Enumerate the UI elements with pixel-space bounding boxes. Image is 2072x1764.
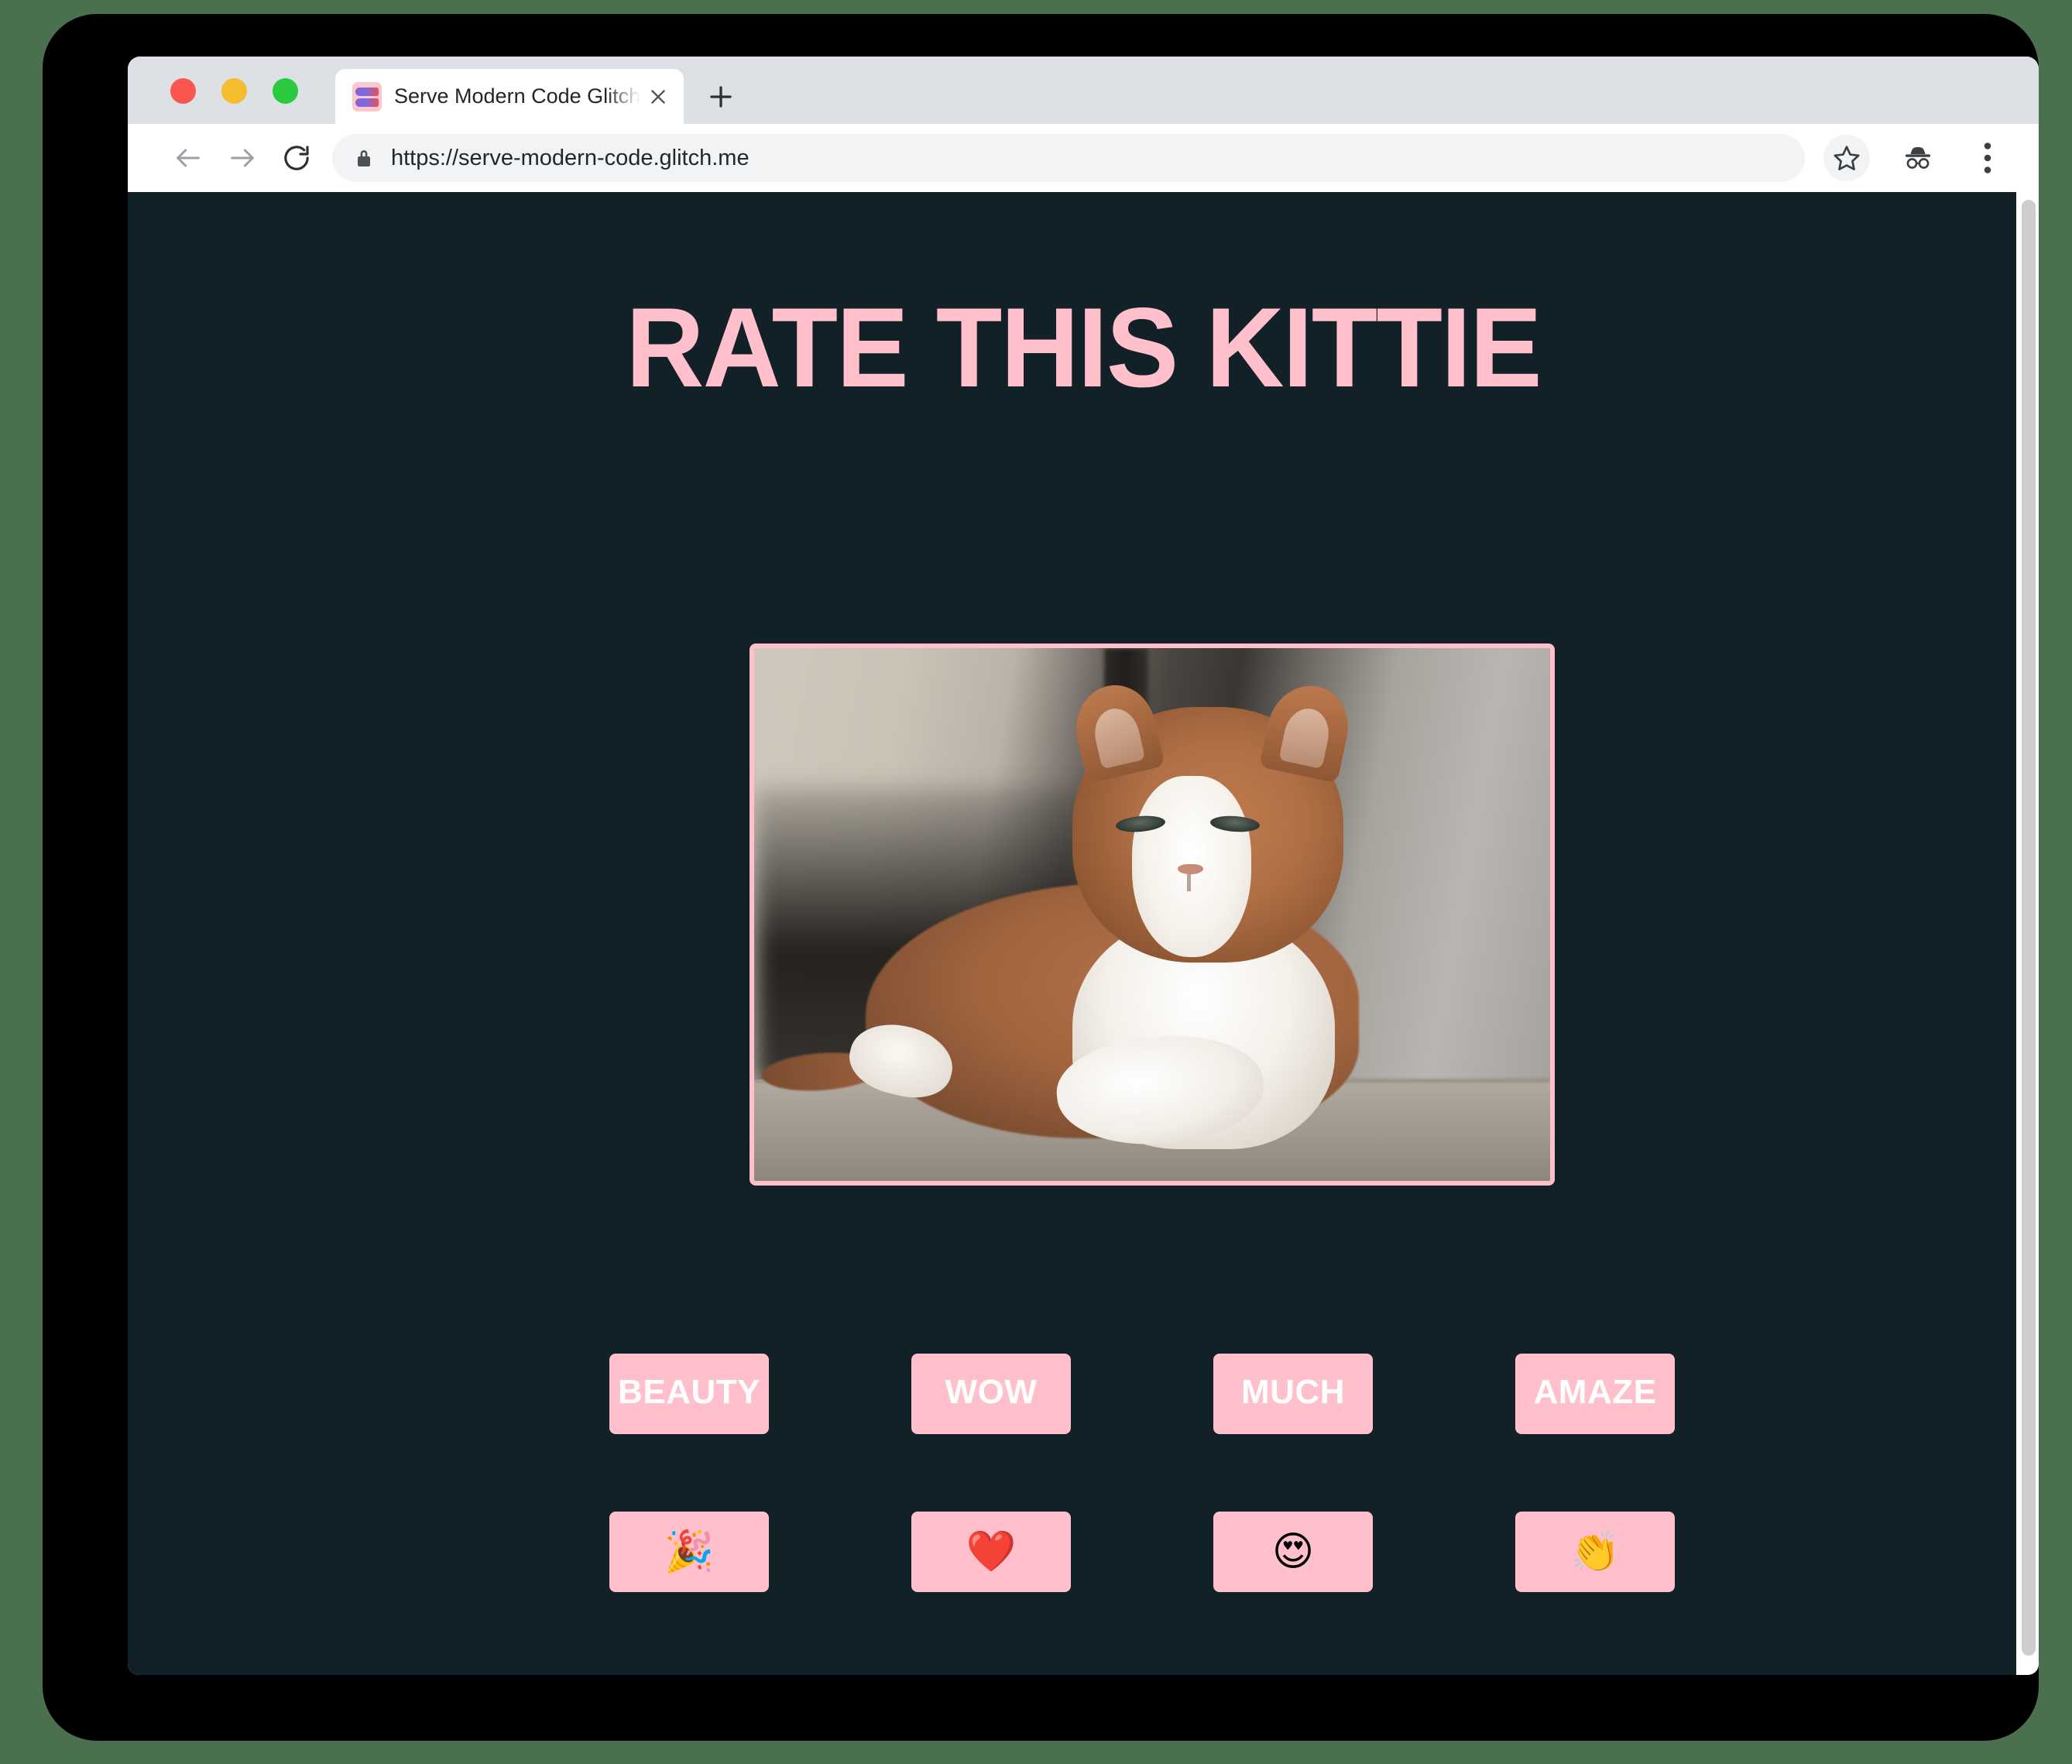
minimize-window-button[interactable] — [221, 78, 247, 104]
tab-title: Serve Modern Code Glitch Play — [394, 84, 640, 108]
close-tab-icon[interactable] — [645, 84, 671, 110]
browser-tab[interactable]: Serve Modern Code Glitch Play — [335, 69, 684, 124]
word-button-row: BEAUTY WOW MUCH AMAZE — [609, 1354, 1709, 1434]
rate-button-red-heart[interactable]: ❤️ — [911, 1512, 1071, 1592]
rate-button-beauty[interactable]: BEAUTY — [609, 1354, 769, 1434]
rate-button-party-popper[interactable]: 🎉 — [609, 1512, 769, 1592]
tab-strip: Serve Modern Code Glitch Play — [128, 57, 2039, 124]
scrollbar-thumb[interactable] — [2022, 200, 2036, 1656]
cat-figure — [754, 648, 1550, 1181]
vertical-scrollbar[interactable] — [2016, 192, 2039, 1675]
cat-ear-left — [1067, 678, 1165, 784]
emoji-button-row: 🎉 ❤️ 😍 👏 — [609, 1512, 1709, 1592]
menu-kebab-icon[interactable] — [1964, 135, 2011, 181]
rate-button-heart-eyes[interactable]: 😍 — [1213, 1512, 1373, 1592]
url-text: https://serve-modern-code.glitch.me — [391, 145, 750, 170]
close-window-button[interactable] — [170, 78, 196, 104]
new-tab-button[interactable] — [705, 81, 737, 113]
rate-button-clapping-hands[interactable]: 👏 — [1515, 1512, 1675, 1592]
rate-button-wow[interactable]: WOW — [911, 1354, 1071, 1434]
page-viewport: RATE THIS KITTIE BEAUTY WOW MUCH AMAZE 🎉… — [128, 192, 2039, 1675]
lock-icon — [354, 146, 374, 170]
window-shell: Serve Modern Code Glitch Play — [43, 14, 2039, 1741]
kitty-photo — [750, 643, 1555, 1186]
reload-icon[interactable] — [275, 136, 318, 180]
page-title: RATE THIS KITTIE — [626, 284, 1542, 410]
incognito-icon[interactable] — [1895, 135, 1941, 181]
browser-window: Serve Modern Code Glitch Play — [128, 57, 2039, 1675]
back-icon[interactable] — [166, 136, 210, 180]
forward-icon[interactable] — [221, 136, 264, 180]
bookmark-star-icon[interactable] — [1823, 135, 1870, 181]
address-bar[interactable]: https://serve-modern-code.glitch.me — [332, 134, 1805, 182]
browser-toolbar: https://serve-modern-code.glitch.me — [128, 124, 2039, 192]
rate-button-amaze[interactable]: AMAZE — [1515, 1354, 1675, 1434]
maximize-window-button[interactable] — [273, 78, 298, 104]
fish-favicon — [352, 81, 382, 112]
rate-button-much[interactable]: MUCH — [1213, 1354, 1373, 1434]
traffic-lights — [170, 78, 298, 104]
rating-buttons: BEAUTY WOW MUCH AMAZE 🎉 ❤️ 😍 👏 — [609, 1354, 1709, 1592]
cat-muzzle-line — [1187, 874, 1192, 892]
kitty-photo-image — [754, 648, 1550, 1181]
cat-ear-right — [1259, 678, 1356, 784]
